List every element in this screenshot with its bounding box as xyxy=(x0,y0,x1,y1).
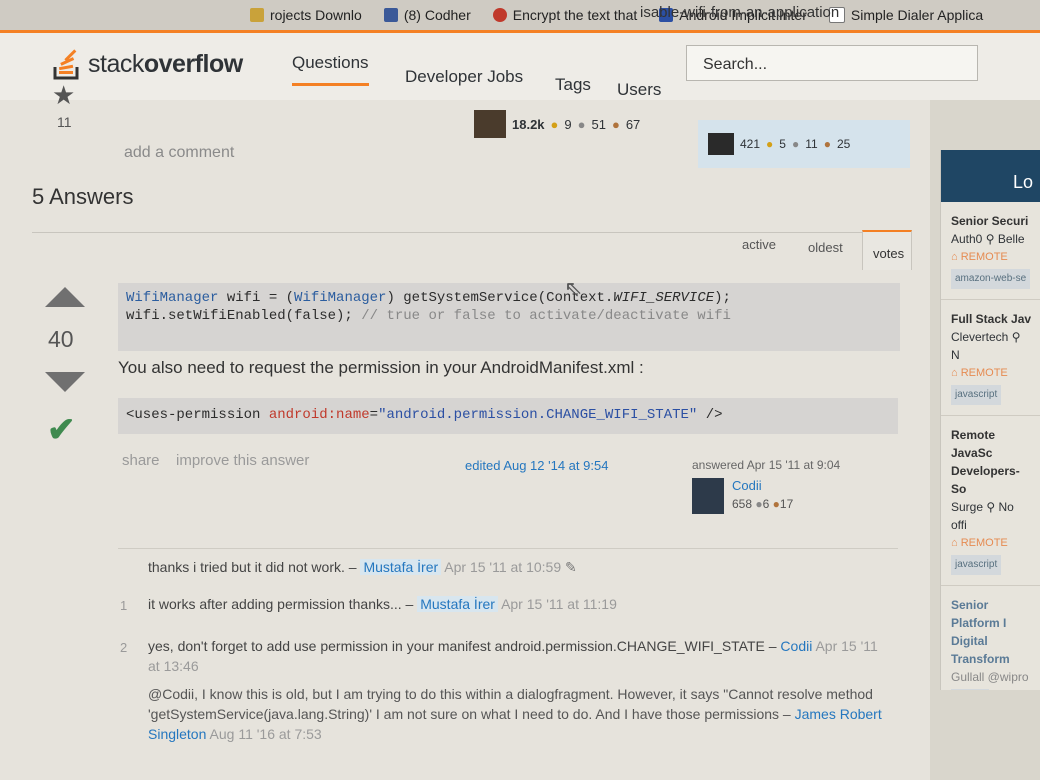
jobs-sidebar: Lo Senior Securi Auth0 ⚲ Belle ⌂ REMOTE … xyxy=(940,150,1040,690)
job-tag[interactable]: amazon-web-se xyxy=(951,269,1031,289)
mouse-cursor-icon: ⇖ xyxy=(564,276,583,301)
comment-score: 2 xyxy=(120,640,128,655)
improve-answer-link[interactable]: improve this answer xyxy=(176,452,309,469)
answerer-card: Codii 658 ●6 ●17 xyxy=(692,478,793,514)
comments-divider xyxy=(118,548,898,549)
search-input[interactable]: Search... xyxy=(686,45,978,81)
star-icon[interactable]: ★ xyxy=(52,80,75,111)
job-tag[interactable]: javascript xyxy=(951,385,1002,405)
nav-developer-jobs[interactable]: Developer Jobs xyxy=(405,67,523,87)
bookmark-item[interactable]: Simple Dialer Applica xyxy=(828,7,983,23)
bronze-badge-icon: ● xyxy=(772,497,780,511)
gold-badge-icon: ● xyxy=(766,137,774,151)
job-title[interactable]: Senior Securi xyxy=(951,212,1031,230)
nav-tags[interactable]: Tags xyxy=(555,75,591,95)
location-pin-icon: ⚲ xyxy=(985,232,995,246)
job-title[interactable]: Remote JavaSc Developers- So xyxy=(951,426,1031,498)
comment-user-link[interactable]: Mustafa İrer xyxy=(417,596,498,612)
accepted-check-icon[interactable]: ✔ xyxy=(47,410,76,450)
edited-timestamp-link[interactable]: edited Aug 12 '14 at 9:54 xyxy=(465,458,608,473)
nav-users[interactable]: Users xyxy=(617,80,661,100)
answers-divider xyxy=(32,232,912,233)
folder-icon xyxy=(250,8,264,22)
tab-votes[interactable]: votes xyxy=(862,230,912,270)
downvote-button[interactable] xyxy=(45,372,85,392)
comment-timestamp[interactable]: Apr 15 '11 at 11:19 xyxy=(501,596,617,612)
job-title[interactable]: Senior Platform I Digital Transform xyxy=(951,596,1031,668)
comment-user-link[interactable]: Codii xyxy=(780,638,812,654)
remote-badge: ⌂ REMOTE xyxy=(951,251,1008,263)
sidebar-header: Lo xyxy=(941,150,1040,202)
job-listing[interactable]: Remote JavaSc Developers- So Surge ⚲ No … xyxy=(941,416,1040,586)
site-logo[interactable]: stackoverflow xyxy=(52,47,243,81)
bronze-badge-icon: ● xyxy=(611,116,620,132)
comment-timestamp[interactable]: Aug 11 '16 at 7:53 xyxy=(210,726,322,742)
code-block-main: WifiManager wifi = (WifiManager) getSyst… xyxy=(118,283,900,351)
silver-badge-icon: ● xyxy=(755,497,763,511)
comment-item: it works after adding permission thanks.… xyxy=(148,596,617,612)
main-content xyxy=(0,100,930,780)
job-listing[interactable]: Senior Platform I Digital Transform Gull… xyxy=(941,586,1040,690)
remote-badge: ⌂ REMOTE xyxy=(951,367,1008,379)
logo-text-bold: overflow xyxy=(143,49,243,78)
edit-pencil-icon[interactable]: ✎ xyxy=(565,559,577,575)
comment-timestamp[interactable]: Apr 15 '11 at 10:59 xyxy=(444,559,561,575)
bookmark-item[interactable]: rojects Downlo xyxy=(250,7,362,23)
answer-vote-count: 40 xyxy=(48,326,74,352)
add-comment-link[interactable]: add a comment xyxy=(124,144,234,162)
bookmark-item[interactable]: Encrypt the text that xyxy=(492,7,637,23)
tab-active[interactable]: active xyxy=(742,237,776,252)
answered-timestamp: answered Apr 15 '11 at 9:04 xyxy=(692,458,841,472)
comment-item: @Codii, I know this is old, but I am try… xyxy=(148,686,882,742)
answers-heading: 5 Answers xyxy=(32,184,134,209)
comment-item: thanks i tried but it did not work. – Mu… xyxy=(148,559,577,575)
answerer-reputation: 658 xyxy=(732,497,753,511)
stackoverflow-logo-icon xyxy=(53,49,79,80)
location-pin-icon: ⚲ xyxy=(1011,330,1021,344)
upvote-button[interactable] xyxy=(45,287,85,307)
comment-score: 1 xyxy=(120,598,128,613)
nav-questions[interactable]: Questions xyxy=(292,53,369,86)
comment-user-link[interactable]: Mustafa İrer xyxy=(360,559,442,575)
job-listing[interactable]: Full Stack Java Clevertech ⚲ N ⌂ REMOTE … xyxy=(941,300,1040,416)
avatar[interactable] xyxy=(474,110,506,138)
gold-badge-icon: ● xyxy=(550,116,559,132)
avatar[interactable] xyxy=(692,478,724,514)
silver-badge-icon: ● xyxy=(791,137,800,151)
answerer-name[interactable]: Codii xyxy=(732,478,793,493)
avatar[interactable] xyxy=(708,133,734,155)
page-url-fragment: isable-wifi-from-an-application xyxy=(640,4,840,21)
bronze-badge-icon: ● xyxy=(823,137,831,151)
comment-item: yes, don't forget to add use permission … xyxy=(148,638,878,674)
silver-badge-icon: ● xyxy=(577,116,586,132)
stackoverflow-icon xyxy=(492,8,507,22)
bookmark-item[interactable]: (8) Codher xyxy=(383,7,471,23)
bookmarks-bar: rojects Downlo (8) Codher Encrypt the te… xyxy=(0,0,1040,30)
logo-text-plain: stack xyxy=(88,49,144,78)
job-tag[interactable]: python xyxy=(951,689,990,690)
share-link[interactable]: share xyxy=(122,452,160,469)
editor-card: 18.2k ● 9 ● 51 ● 67 xyxy=(474,110,640,138)
facebook-icon xyxy=(383,8,398,22)
job-title[interactable]: Full Stack Java xyxy=(951,310,1031,328)
asker-reputation: 421 xyxy=(740,137,761,151)
code-block-manifest: <uses-permission android:name="android.p… xyxy=(118,398,898,434)
editor-reputation: 18.2k xyxy=(512,116,545,132)
question-vote-count: 11 xyxy=(57,114,72,130)
asker-card: 421 ● 5 ● 11 ● 25 xyxy=(698,120,910,168)
remote-badge: ⌂ REMOTE xyxy=(951,537,1008,549)
tab-oldest[interactable]: oldest xyxy=(808,240,843,255)
location-pin-icon: ⚲ xyxy=(986,500,996,514)
job-tag[interactable]: javascript xyxy=(951,555,1002,575)
job-listing[interactable]: Senior Securi Auth0 ⚲ Belle ⌂ REMOTE ama… xyxy=(941,202,1040,300)
answer-text: You also need to request the permission … xyxy=(118,358,644,377)
